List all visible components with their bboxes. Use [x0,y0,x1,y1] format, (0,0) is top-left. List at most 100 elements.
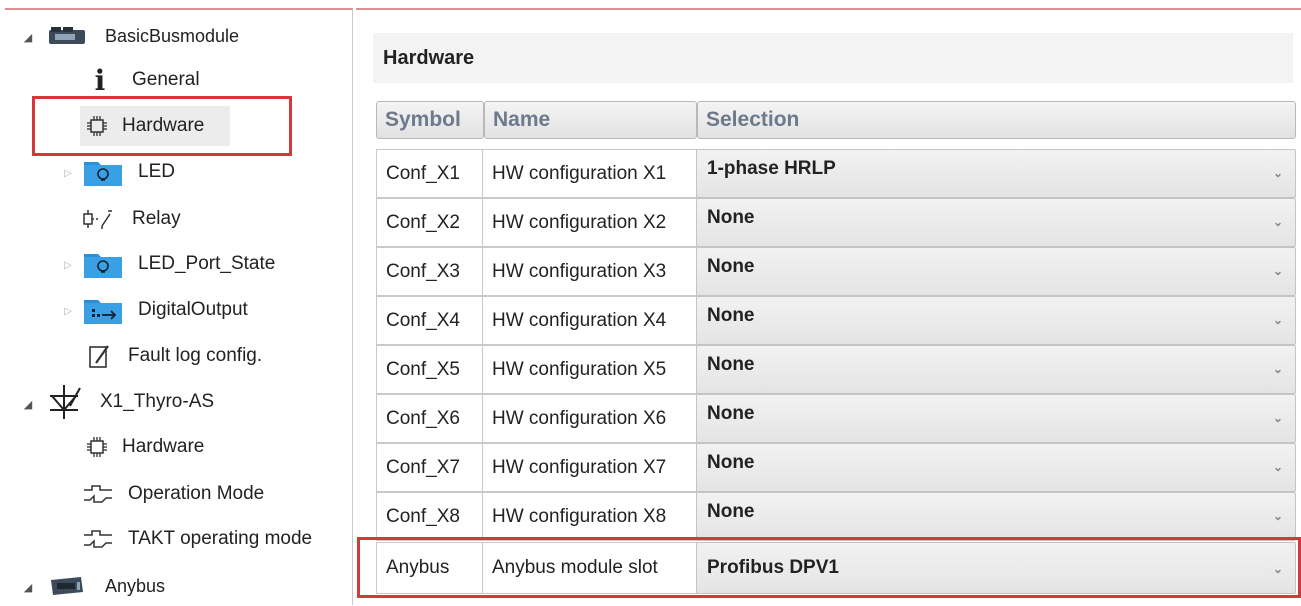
name-text: HW configuration X5 [492,358,667,380]
edit-note-icon [88,343,112,369]
column-header-label: Symbol [385,108,461,131]
tree-item-operation-mode[interactable]: Operation Mode [82,474,264,514]
panel-title: Hardware [373,33,1293,83]
selection-dropdown[interactable]: None ⌄ [696,492,1296,541]
table-row-anybus: Anybus Anybus module slot Profibus DPV1 ⌄ [376,542,1296,594]
thyristor-icon [44,384,84,420]
tree-item-label: Anybus [105,575,166,596]
tree-item-x1-thyro-as[interactable]: X1_Thyro-AS [44,382,214,422]
tree-item-basicbusmodule[interactable]: BasicBusmodule [47,16,239,56]
symbol-text: Anybus [386,557,450,578]
tree-item-x1-hardware[interactable]: Hardware [86,427,204,467]
selection-dropdown[interactable]: Profibus DPV1 ⌄ [696,542,1296,594]
selection-dropdown[interactable]: None ⌄ [696,394,1296,443]
tree-item-takt-operating-mode[interactable]: TAKT operating mode [82,519,312,559]
name-text: HW configuration X1 [492,162,667,184]
selection-value: None [707,354,755,375]
led-folder-icon [82,248,124,280]
selection-dropdown[interactable]: None ⌄ [696,296,1296,345]
selection-value: Profibus DPV1 [707,557,839,578]
chevron-down-icon[interactable]: ⌄ [1273,362,1283,376]
tree-item-label: Hardware [122,436,205,457]
symbol-text: Conf_X5 [386,358,460,380]
name-cell: HW configuration X5 [482,345,697,394]
selection-dropdown[interactable]: 1-phase HRLP ⌄ [696,149,1296,198]
name-text: HW configuration X7 [492,456,667,478]
chevron-down-icon[interactable]: ⌄ [1273,313,1283,327]
symbol-text: Conf_X7 [386,456,460,478]
chevron-down-icon[interactable]: ⌄ [1273,460,1283,474]
info-icon: i [94,63,106,97]
name-cell: HW configuration X7 [482,443,697,492]
symbol-text: Conf_X1 [386,162,460,184]
selection-value: None [707,305,755,326]
name-cell: HW configuration X3 [482,247,697,296]
symbol-cell: Conf_X7 [376,443,483,492]
expand-arrow-expanded-icon[interactable]: ◢ [22,581,34,594]
selection-value: None [707,256,755,277]
panel-title-text: Hardware [383,46,475,69]
name-text: HW configuration X8 [492,505,667,527]
chevron-down-icon[interactable]: ⌄ [1273,264,1283,278]
name-cell: HW configuration X2 [482,198,697,247]
tree-item-anybus[interactable]: Anybus [47,566,165,606]
column-header-symbol[interactable]: Symbol [376,101,484,139]
selection-dropdown[interactable]: None ⌄ [696,198,1296,247]
table-row: Conf_X6 HW configuration X6 None ⌄ [376,394,1296,443]
expand-arrow-collapsed-icon[interactable]: ▷ [62,305,74,317]
digital-output-folder-icon [82,294,124,326]
selection-dropdown[interactable]: None ⌄ [696,443,1296,492]
expand-arrow-expanded-icon[interactable]: ◢ [22,31,34,44]
tree-item-led[interactable]: LED [82,152,175,192]
name-text: Anybus module slot [492,557,658,578]
name-cell: Anybus module slot [482,542,697,594]
tree-item-label: Operation Mode [128,483,265,504]
name-cell: HW configuration X4 [482,296,697,345]
chevron-down-icon[interactable]: ⌄ [1273,509,1283,523]
symbol-cell: Anybus [376,542,483,594]
chip-icon [86,436,108,458]
tree-item-label: Fault log config. [128,345,263,366]
selection-value: None [707,207,755,228]
table-row: Conf_X3 HW configuration X3 None ⌄ [376,247,1296,296]
selection-value: None [707,501,755,522]
led-folder-icon [82,156,124,188]
chevron-down-icon[interactable]: ⌄ [1273,215,1283,229]
symbol-cell: Conf_X5 [376,345,483,394]
column-header-selection[interactable]: Selection [697,101,1296,139]
tree-item-relay[interactable]: Relay [82,199,181,239]
selection-dropdown[interactable]: None ⌄ [696,247,1296,296]
symbol-text: Conf_X4 [386,309,460,331]
tree-item-label: X1_Thyro-AS [100,391,215,412]
table-row: Conf_X7 HW configuration X7 None ⌄ [376,443,1296,492]
module-device-icon [47,24,87,48]
symbol-cell: Conf_X4 [376,296,483,345]
expand-arrow-collapsed-icon[interactable]: ▷ [62,167,74,179]
expand-arrow-collapsed-icon[interactable]: ▷ [62,259,74,271]
tree-item-led-port-state[interactable]: LED_Port_State [82,244,275,284]
name-cell: HW configuration X6 [482,394,697,443]
selection-dropdown[interactable]: None ⌄ [696,345,1296,394]
tree-item-label: LED_Port_State [138,253,276,274]
chevron-down-icon[interactable]: ⌄ [1273,166,1283,180]
name-cell: HW configuration X1 [482,149,697,198]
chevron-down-icon[interactable]: ⌄ [1273,562,1283,576]
tree-item-hardware-selected[interactable]: Hardware [80,106,230,146]
symbol-cell: Conf_X8 [376,492,483,541]
symbol-cell: Conf_X1 [376,149,483,198]
tree-item-label: General [132,69,200,90]
selection-value: None [707,452,755,473]
name-text: HW configuration X4 [492,309,667,331]
expand-arrow-expanded-icon[interactable]: ◢ [22,398,34,411]
tree-item-general[interactable]: i General [90,60,200,100]
symbol-text: Conf_X8 [386,505,460,527]
chevron-down-icon[interactable]: ⌄ [1273,411,1283,425]
waveform-icon [82,527,114,551]
table-row: Conf_X5 HW configuration X5 None ⌄ [376,345,1296,394]
waveform-icon [82,482,114,506]
symbol-cell: Conf_X6 [376,394,483,443]
table-row: Conf_X4 HW configuration X4 None ⌄ [376,296,1296,345]
tree-item-digital-output[interactable]: DigitalOutput [82,290,248,330]
column-header-name[interactable]: Name [484,101,697,139]
tree-item-fault-log-config[interactable]: Fault log config. [88,336,262,376]
